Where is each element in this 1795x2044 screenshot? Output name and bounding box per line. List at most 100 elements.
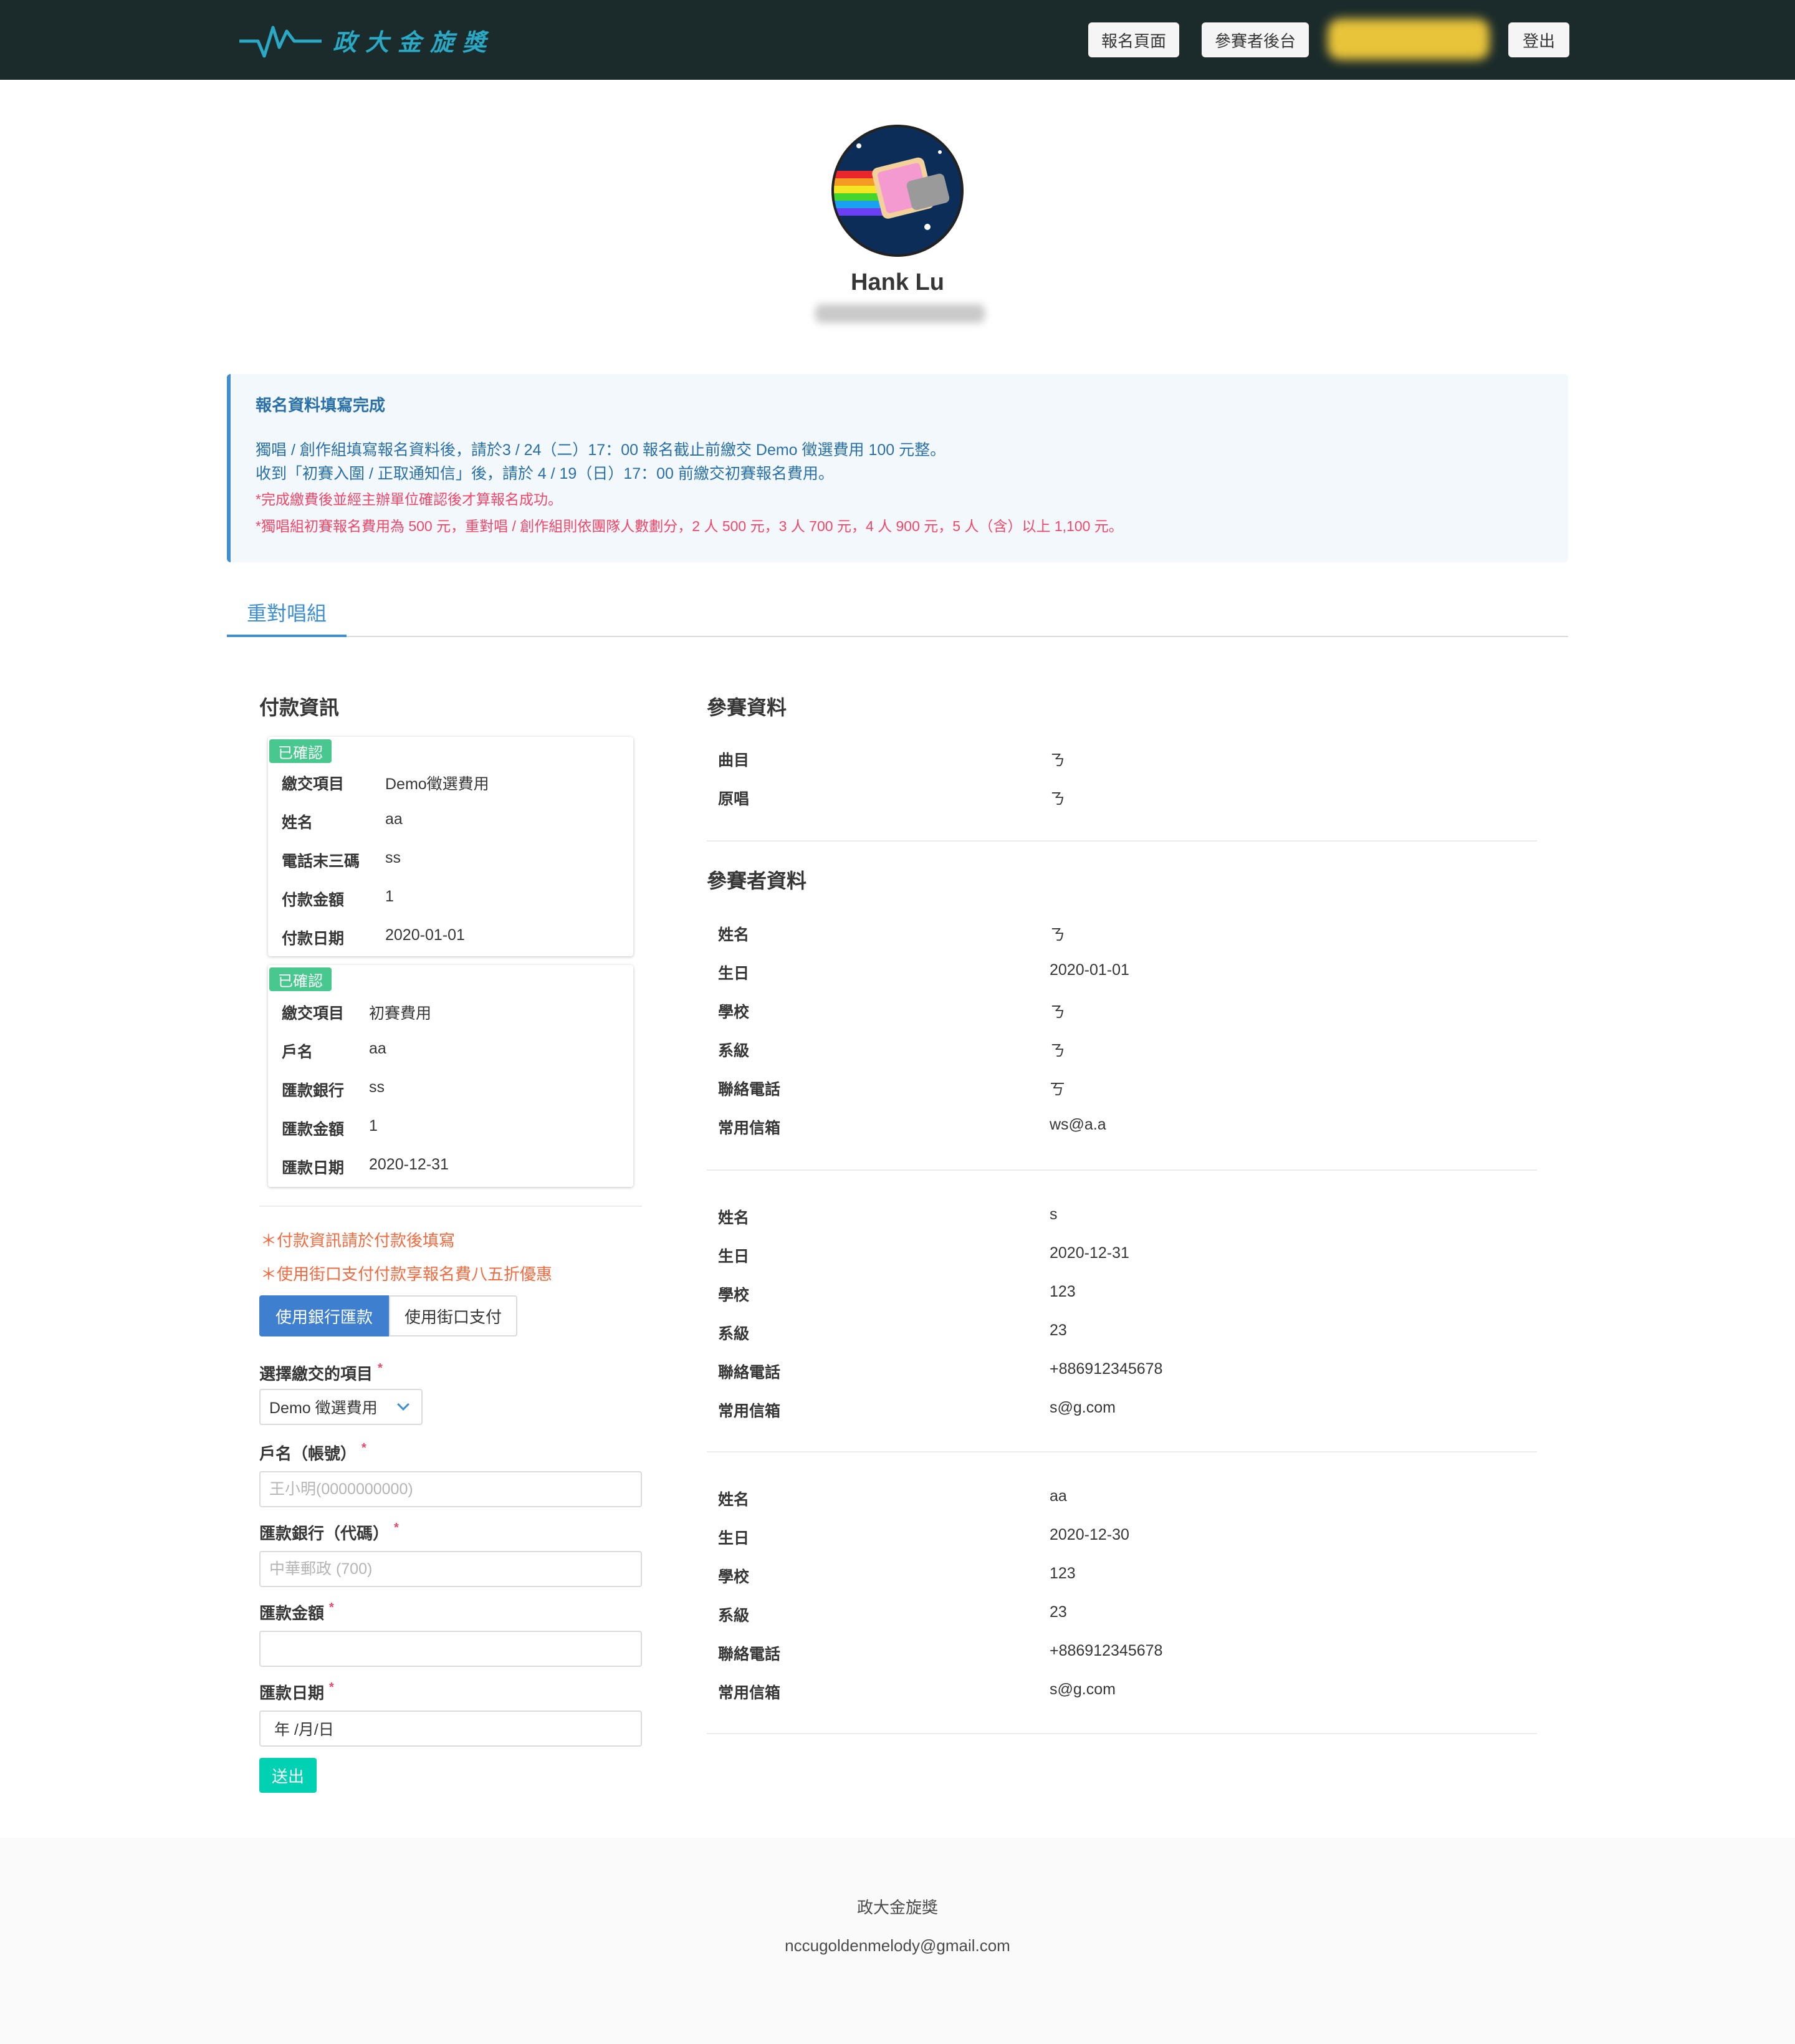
payment-key: 繳交項目 bbox=[282, 775, 345, 793]
required-mark: * bbox=[361, 1441, 366, 1455]
brand-text: 政大金旋獎 bbox=[333, 29, 495, 56]
participant-key: 系級 bbox=[718, 1325, 750, 1343]
heartbeat-icon bbox=[239, 26, 322, 58]
payment-key: 匯款銀行 bbox=[282, 1082, 345, 1100]
participant-key: 聯絡電話 bbox=[718, 1364, 781, 1381]
participants-section-title: 參賽者資料 bbox=[707, 870, 807, 892]
divider bbox=[707, 1169, 1537, 1171]
divider bbox=[707, 1733, 1537, 1734]
payment-value: ss bbox=[385, 849, 401, 866]
bank-transfer-button[interactable]: 使用銀行匯款 bbox=[259, 1295, 389, 1336]
original-key: 原唱 bbox=[718, 790, 750, 808]
payment-key: 匯款日期 bbox=[282, 1159, 345, 1177]
bank-input[interactable] bbox=[259, 1551, 642, 1587]
payment-value: aa bbox=[385, 810, 403, 828]
participant-value: s@g.com bbox=[1050, 1399, 1116, 1416]
signup-page-button[interactable]: 報名頁面 bbox=[1088, 22, 1179, 57]
participant-key: 姓名 bbox=[718, 926, 750, 944]
payment-key: 付款日期 bbox=[282, 930, 345, 948]
payment-value: 1 bbox=[385, 888, 394, 905]
required-mark: * bbox=[329, 1601, 334, 1615]
notice-warning: *完成繳費後並經主辦單位確認後才算報名成功。 bbox=[256, 491, 562, 507]
account-input[interactable] bbox=[259, 1471, 642, 1507]
payment-key: 匯款金額 bbox=[282, 1121, 345, 1138]
divider bbox=[707, 840, 1537, 842]
entry-section-title: 參賽資料 bbox=[707, 696, 787, 719]
payment-value: ss bbox=[369, 1078, 385, 1096]
profile-name: Hank Lu bbox=[851, 269, 944, 295]
confirmed-tag: 已確認 bbox=[269, 967, 332, 991]
payment-key: 電話末三碼 bbox=[282, 853, 360, 870]
tabs: 重對唱組 bbox=[227, 590, 1568, 637]
payment-value: 初賽費用 bbox=[369, 1005, 432, 1022]
participant-key: 常用信箱 bbox=[718, 1403, 781, 1420]
blurred-email bbox=[815, 304, 985, 323]
amount-label: 匯款金額 * bbox=[259, 1601, 334, 1623]
footer-email[interactable]: nccugoldenmelody@gmail.com bbox=[0, 1936, 1795, 1955]
notice-line: 獨唱 / 創作組填寫報名資料後，請於3 / 24（二）17：00 報名截止前繳交… bbox=[256, 441, 946, 459]
participant-value: ㄋ bbox=[1050, 1004, 1066, 1021]
date-input-value: 年 /月/日 bbox=[274, 1721, 334, 1739]
jko-pay-button[interactable]: 使用街口支付 bbox=[389, 1295, 517, 1336]
amount-input[interactable] bbox=[259, 1631, 642, 1667]
participant-value: 123 bbox=[1050, 1565, 1076, 1582]
payment-key: 繳交項目 bbox=[282, 1005, 345, 1022]
submit-button[interactable]: 送出 bbox=[259, 1758, 317, 1793]
participant-value: ㄋ bbox=[1050, 1042, 1066, 1060]
participant-key: 生日 bbox=[718, 965, 750, 982]
required-mark: * bbox=[378, 1361, 383, 1375]
song-value: ㄋ bbox=[1050, 752, 1066, 769]
date-input[interactable]: 年 /月/日 bbox=[259, 1711, 642, 1747]
notification: 報名資料填寫完成 獨唱 / 創作組填寫報名資料後，請於3 / 24（二）17：0… bbox=[227, 374, 1568, 562]
participant-key: 系級 bbox=[718, 1607, 750, 1624]
item-label: 選擇繳交的項目 * bbox=[259, 1361, 383, 1383]
payment-key: 付款金額 bbox=[282, 891, 345, 909]
original-value: ㄋ bbox=[1050, 790, 1066, 808]
payment-hint: ＊付款資訊請於付款後填寫 bbox=[261, 1231, 456, 1250]
brand-logo[interactable]: 政大金旋獎 bbox=[239, 19, 495, 61]
participant-key: 生日 bbox=[718, 1248, 750, 1265]
payment-card: 已確認 繳交項目 初賽費用 戶名 aa 匯款銀行 ss 匯款金額 1 匯款日期 … bbox=[268, 965, 633, 1187]
participant-value: aa bbox=[1050, 1487, 1067, 1505]
required-mark: * bbox=[329, 1681, 334, 1694]
participant-key: 學校 bbox=[718, 1287, 750, 1304]
required-mark: * bbox=[394, 1521, 399, 1535]
blurred-user-button[interactable] bbox=[1328, 19, 1490, 60]
participant-value: 123 bbox=[1050, 1283, 1076, 1300]
item-select[interactable]: Demo 徵選費用 bbox=[259, 1389, 423, 1425]
participant-key: 常用信箱 bbox=[718, 1120, 781, 1137]
tab-duet-group[interactable]: 重對唱組 bbox=[227, 590, 347, 637]
payment-section-title: 付款資訊 bbox=[259, 696, 340, 719]
participant-key: 姓名 bbox=[718, 1209, 750, 1227]
notice-title: 報名資料填寫完成 bbox=[256, 396, 386, 415]
participant-key: 學校 bbox=[718, 1004, 750, 1021]
participant-key: 姓名 bbox=[718, 1491, 750, 1509]
participant-value: 2020-01-01 bbox=[1050, 961, 1129, 979]
participant-value: ㄋ bbox=[1050, 926, 1066, 944]
navbar: 政大金旋獎 報名頁面 參賽者後台 登出 bbox=[0, 0, 1795, 80]
participant-value: 23 bbox=[1050, 1322, 1067, 1339]
divider bbox=[707, 1451, 1537, 1452]
participant-value: 23 bbox=[1050, 1603, 1067, 1621]
payment-value: 2020-12-31 bbox=[369, 1156, 449, 1173]
payment-value: 1 bbox=[369, 1117, 378, 1135]
song-key: 曲目 bbox=[718, 752, 750, 769]
participant-backend-button[interactable]: 參賽者後台 bbox=[1202, 22, 1309, 57]
payment-key: 姓名 bbox=[282, 814, 314, 832]
item-select-value: Demo 徵選費用 bbox=[269, 1399, 378, 1417]
account-label: 戶名（帳號） * bbox=[259, 1441, 366, 1463]
participant-key: 常用信箱 bbox=[718, 1684, 781, 1702]
payment-card: 已確認 繳交項目 Demo徵選費用 姓名 aa 電話末三碼 ss 付款金額 1 … bbox=[268, 737, 633, 956]
divider bbox=[259, 1206, 642, 1207]
payment-key: 戶名 bbox=[282, 1044, 314, 1061]
logout-button[interactable]: 登出 bbox=[1508, 22, 1569, 57]
participant-value: +886912345678 bbox=[1050, 1642, 1163, 1659]
nyan-cat-icon bbox=[834, 143, 950, 230]
confirmed-tag: 已確認 bbox=[269, 739, 332, 763]
participant-key: 系級 bbox=[718, 1042, 750, 1060]
payment-value: Demo徵選費用 bbox=[385, 775, 489, 793]
notice-line: 收到「初賽入圍 / 正取通知信」後，請於 4 / 19（日）17：00 前繳交初… bbox=[256, 465, 834, 482]
payment-value: 2020-01-01 bbox=[385, 926, 465, 944]
participant-key: 聯絡電話 bbox=[718, 1081, 781, 1098]
participant-key: 學校 bbox=[718, 1568, 750, 1586]
